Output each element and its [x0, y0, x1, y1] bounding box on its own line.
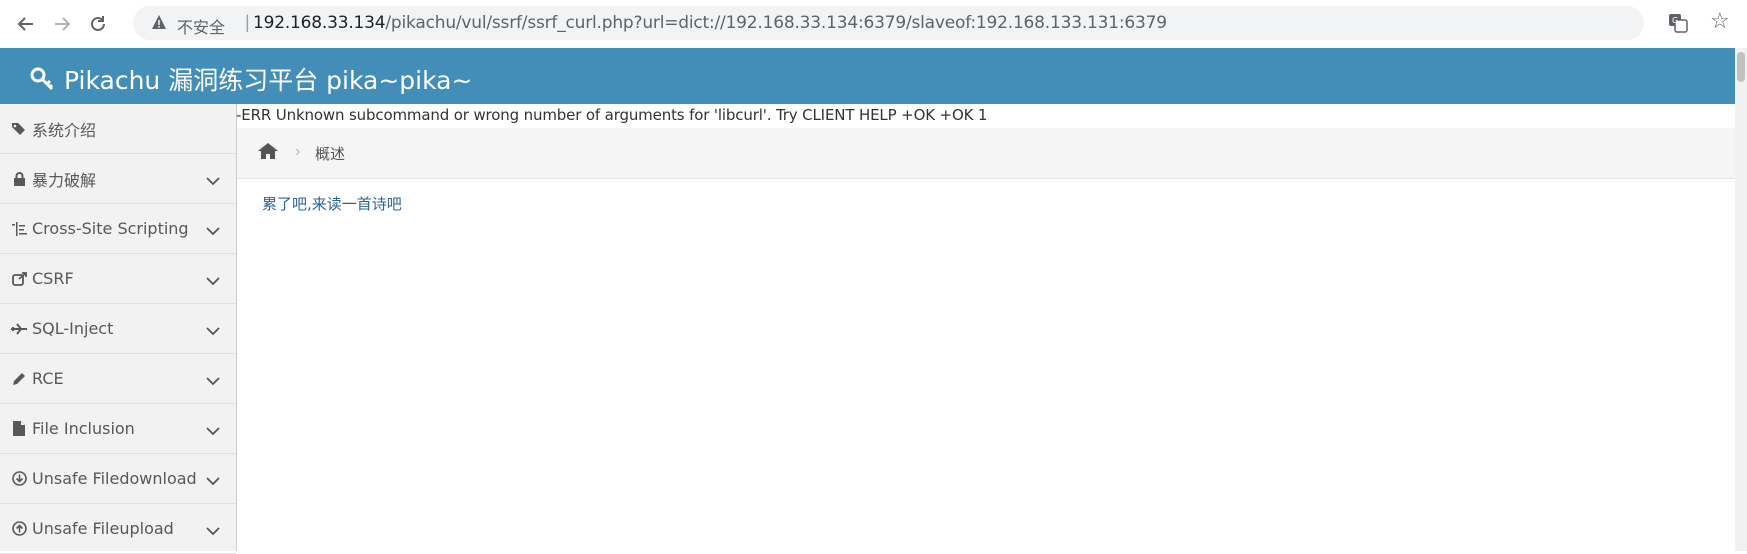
svg-text:G: G — [1672, 16, 1678, 25]
sidebar-item-file-inclusion[interactable]: File Inclusion — [0, 404, 236, 454]
upload-icon — [10, 521, 28, 536]
sidebar-item-unsafe-filedownload[interactable]: Unsafe Filedownload — [0, 454, 236, 504]
sidebar-item-rce[interactable]: RCE — [0, 354, 236, 404]
sidebar-item-label: RCE — [32, 369, 64, 388]
list-icon — [10, 221, 28, 236]
forward-button[interactable] — [48, 10, 76, 38]
translate-icon[interactable]: G — [1668, 13, 1688, 38]
url-text[interactable]: 192.168.33.134/pikachu/vul/ssrf/ssrf_cur… — [253, 13, 1167, 33]
chevron-down-icon — [206, 521, 220, 540]
chevron-down-icon — [206, 371, 220, 390]
address-bar[interactable]: 不安全 | 192.168.33.134/pikachu/vul/ssrf/ss… — [133, 6, 1644, 40]
bookmark-star-icon[interactable]: ☆ — [1710, 8, 1730, 34]
sidebar: 系统介绍 暴力破解 Cross-Site Scripting CSRF SQL-… — [0, 104, 237, 554]
warning-icon — [151, 14, 167, 35]
ssrf-response-output: -ERR Unknown subcommand or wrong number … — [236, 106, 988, 124]
chevron-down-icon — [206, 471, 220, 490]
sidebar-item-intro[interactable]: 系统介绍 — [0, 104, 236, 154]
key-icon — [30, 67, 54, 91]
pencil-icon — [10, 372, 28, 386]
breadcrumb-current: 概述 — [315, 145, 346, 163]
file-icon — [10, 421, 28, 436]
chevron-down-icon — [206, 421, 220, 440]
sidebar-item-sql-inject[interactable]: SQL-Inject — [0, 304, 236, 354]
breadcrumb-separator: › — [295, 143, 301, 160]
breadcrumb: › 概述 — [237, 128, 1735, 179]
chevron-down-icon — [206, 171, 220, 190]
sidebar-item-label: 系统介绍 — [32, 120, 97, 140]
plane-icon — [10, 322, 28, 335]
chevron-down-icon — [206, 271, 220, 290]
chevron-down-icon — [206, 221, 220, 240]
sidebar-item-label: CSRF — [32, 269, 74, 288]
poem-link[interactable]: 累了吧,来读一首诗吧 — [262, 193, 402, 214]
download-icon — [10, 471, 28, 486]
reload-icon — [91, 16, 105, 31]
chevron-down-icon — [206, 321, 220, 340]
app-title[interactable]: Pikachu 漏洞练习平台 pika~pika~ — [30, 61, 472, 97]
sidebar-item-label: Unsafe Fileupload — [32, 519, 174, 538]
arrow-left-icon — [17, 17, 33, 31]
insecure-label[interactable]: 不安全 — [177, 14, 225, 38]
url-host: 192.168.33.134 — [253, 13, 386, 33]
sidebar-item-xss[interactable]: Cross-Site Scripting — [0, 204, 236, 254]
app-title-text: Pikachu 漏洞练习平台 pika~pika~ — [64, 66, 473, 95]
scrollbar-track[interactable] — [1735, 48, 1747, 551]
browser-toolbar: 不安全 | 192.168.33.134/pikachu/vul/ssrf/ss… — [0, 0, 1747, 49]
sidebar-item-csrf[interactable]: CSRF — [0, 254, 236, 304]
share-icon — [10, 271, 28, 286]
sidebar-item-label: 暴力破解 — [32, 170, 97, 190]
sidebar-item-brute-force[interactable]: 暴力破解 — [0, 154, 236, 204]
tags-icon — [10, 122, 28, 136]
sidebar-item-label: SQL-Inject — [32, 319, 114, 338]
reload-button[interactable] — [84, 10, 112, 38]
lock-icon — [10, 171, 28, 186]
app-header: Pikachu 漏洞练习平台 pika~pika~ — [0, 48, 1735, 104]
sidebar-item-label: Unsafe Filedownload — [32, 469, 197, 488]
sidebar-item-label: Cross-Site Scripting — [32, 219, 189, 238]
back-button[interactable] — [12, 10, 40, 38]
sidebar-item-unsafe-fileupload[interactable]: Unsafe Fileupload — [0, 504, 236, 554]
home-icon[interactable] — [257, 142, 279, 165]
url-path: /pikachu/vul/ssrf/ssrf_curl.php?url=dict… — [385, 13, 1167, 33]
arrow-right-icon — [55, 17, 71, 31]
scrollbar-thumb[interactable] — [1737, 52, 1745, 82]
sidebar-item-label: File Inclusion — [32, 419, 135, 438]
separator: | — [245, 12, 250, 32]
